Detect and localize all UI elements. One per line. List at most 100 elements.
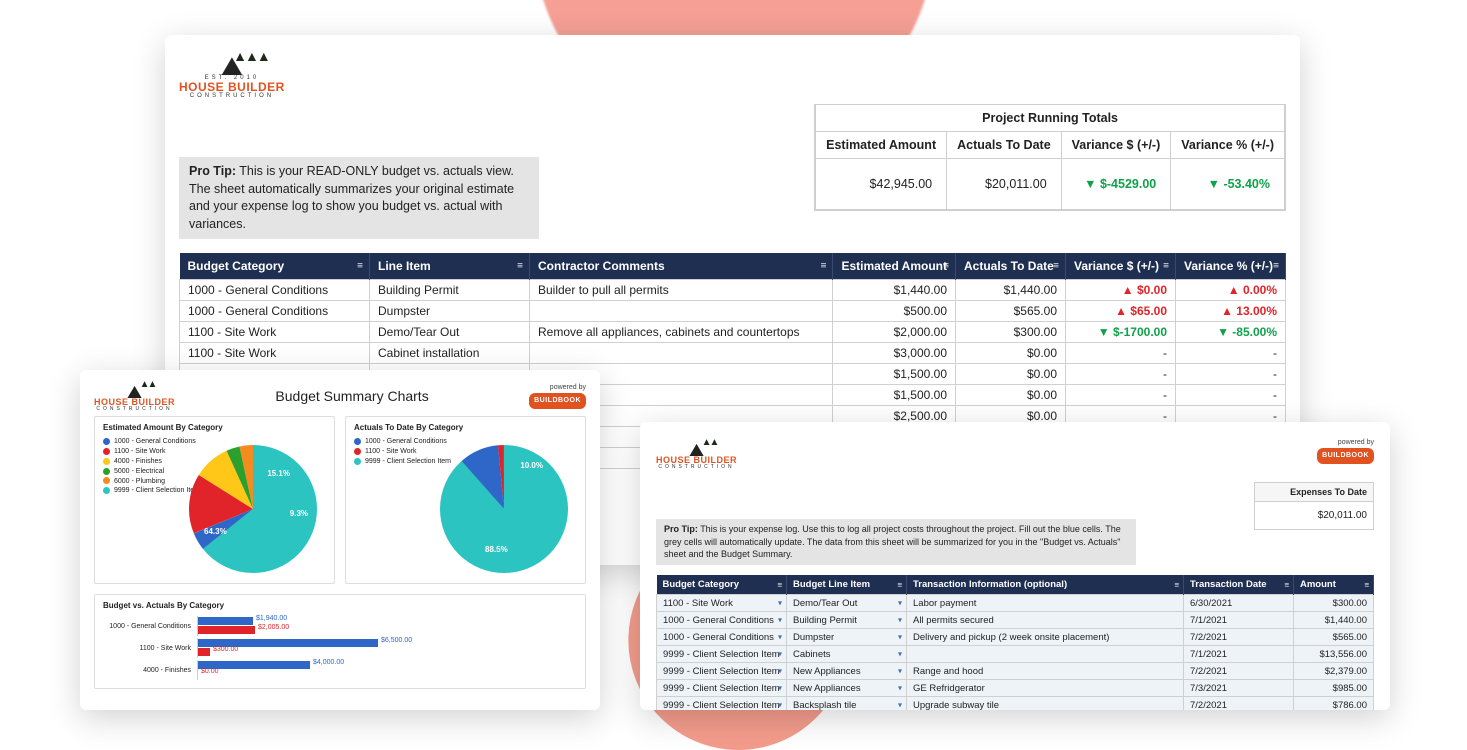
cell[interactable]: $13,556.00 [1294, 646, 1374, 663]
col-variance-[interactable]: Variance % (+/-)≡ [1176, 253, 1286, 280]
cell[interactable]: $0.00 [956, 385, 1066, 406]
filter-icon[interactable]: ≡ [1053, 261, 1059, 272]
cell[interactable] [530, 301, 833, 322]
cell[interactable]: Upgrade subway tile [907, 697, 1184, 710]
cell[interactable]: $3,000.00 [833, 343, 956, 364]
cell[interactable]: $985.00 [1294, 680, 1374, 697]
cell[interactable]: 1100 - Site Work▾ [657, 595, 787, 612]
col-contractor-comments[interactable]: Contractor Comments≡ [530, 253, 833, 280]
cell[interactable]: $0.00 [1066, 280, 1176, 301]
dropdown-icon[interactable]: ▾ [778, 616, 782, 625]
cell[interactable]: $0.00 [956, 343, 1066, 364]
cell[interactable]: 13.00% [1176, 301, 1286, 322]
cell[interactable] [530, 343, 833, 364]
cell[interactable]: 1000 - General Conditions▾ [657, 612, 787, 629]
dropdown-icon[interactable]: ▾ [778, 667, 782, 676]
exp-col-transaction-date[interactable]: Transaction Date≡ [1184, 575, 1294, 595]
cell[interactable]: Cabinets▾ [787, 646, 907, 663]
cell[interactable]: 9999 - Client Selection Item▾ [657, 663, 787, 680]
cell[interactable]: $0.00 [956, 364, 1066, 385]
cell[interactable]: 7/1/2021 [1184, 612, 1294, 629]
dropdown-icon[interactable]: ▾ [898, 599, 902, 608]
cell[interactable]: $300.00 [956, 322, 1066, 343]
cell[interactable]: All permits secured [907, 612, 1184, 629]
cell[interactable]: 1000 - General Conditions [180, 280, 370, 301]
dropdown-icon[interactable]: ▾ [778, 684, 782, 693]
filter-icon[interactable]: ≡ [1364, 580, 1369, 589]
cell[interactable]: 1100 - Site Work [180, 343, 370, 364]
cell[interactable]: Remove all appliances, cabinets and coun… [530, 322, 833, 343]
cell[interactable]: 1000 - General Conditions [180, 301, 370, 322]
dropdown-icon[interactable]: ▾ [898, 701, 902, 710]
cell[interactable]: New Appliances▾ [787, 680, 907, 697]
cell[interactable]: $565.00 [956, 301, 1066, 322]
cell[interactable]: $65.00 [1066, 301, 1176, 322]
cell[interactable]: 9999 - Client Selection Item▾ [657, 646, 787, 663]
dropdown-icon[interactable]: ▾ [898, 650, 902, 659]
exp-col-budget-category[interactable]: Budget Category≡ [657, 575, 787, 595]
cell[interactable]: Labor payment [907, 595, 1184, 612]
cell[interactable]: Building Permit▾ [787, 612, 907, 629]
cell[interactable]: - [1066, 364, 1176, 385]
filter-icon[interactable]: ≡ [943, 261, 949, 272]
cell[interactable]: Backsplash tile▾ [787, 697, 907, 710]
cell[interactable]: Delivery and pickup (2 week onsite place… [907, 629, 1184, 646]
dropdown-icon[interactable]: ▾ [898, 667, 902, 676]
cell[interactable]: $1,440.00 [1294, 612, 1374, 629]
col-actuals-to-date[interactable]: Actuals To Date≡ [956, 253, 1066, 280]
cell[interactable] [907, 646, 1184, 663]
filter-icon[interactable]: ≡ [357, 261, 363, 272]
cell[interactable]: - [1066, 385, 1176, 406]
cell[interactable]: Builder to pull all permits [530, 280, 833, 301]
dropdown-icon[interactable]: ▾ [898, 633, 902, 642]
cell[interactable]: $1,440.00 [833, 280, 956, 301]
cell[interactable]: 6/30/2021 [1184, 595, 1294, 612]
dropdown-icon[interactable]: ▾ [778, 701, 782, 710]
cell[interactable]: $1,500.00 [833, 364, 956, 385]
filter-icon[interactable]: ≡ [821, 261, 827, 272]
cell[interactable]: 7/1/2021 [1184, 646, 1294, 663]
filter-icon[interactable]: ≡ [897, 580, 902, 589]
col-variance-[interactable]: Variance $ (+/-)≡ [1066, 253, 1176, 280]
col-estimated-amount[interactable]: Estimated Amount≡ [833, 253, 956, 280]
cell[interactable]: 1000 - General Conditions▾ [657, 629, 787, 646]
exp-col-budget-line-item[interactable]: Budget Line Item≡ [787, 575, 907, 595]
cell[interactable]: $300.00 [1294, 595, 1374, 612]
cell[interactable]: Building Permit [370, 280, 530, 301]
cell[interactable]: - [1176, 385, 1286, 406]
cell[interactable]: $500.00 [833, 301, 956, 322]
col-line-item[interactable]: Line Item≡ [370, 253, 530, 280]
filter-icon[interactable]: ≡ [777, 580, 782, 589]
cell[interactable]: Demo/Tear Out [370, 322, 530, 343]
cell[interactable]: 9999 - Client Selection Item▾ [657, 697, 787, 710]
cell[interactable]: 7/2/2021 [1184, 697, 1294, 710]
cell[interactable]: - [1176, 364, 1286, 385]
cell[interactable]: 9999 - Client Selection Item▾ [657, 680, 787, 697]
cell[interactable]: 1100 - Site Work [180, 322, 370, 343]
cell[interactable]: $786.00 [1294, 697, 1374, 710]
cell[interactable]: $1,500.00 [833, 385, 956, 406]
cell[interactable]: Dumpster▾ [787, 629, 907, 646]
cell[interactable]: $2,000.00 [833, 322, 956, 343]
filter-icon[interactable]: ≡ [1163, 261, 1169, 272]
cell[interactable]: -85.00% [1176, 322, 1286, 343]
filter-icon[interactable]: ≡ [1273, 261, 1279, 272]
exp-col-amount[interactable]: Amount≡ [1294, 575, 1374, 595]
cell[interactable]: Dumpster [370, 301, 530, 322]
cell[interactable]: 7/2/2021 [1184, 629, 1294, 646]
cell[interactable]: Demo/Tear Out▾ [787, 595, 907, 612]
cell[interactable]: $-1700.00 [1066, 322, 1176, 343]
filter-icon[interactable]: ≡ [1284, 580, 1289, 589]
cell[interactable]: Range and hood [907, 663, 1184, 680]
cell[interactable]: Cabinet installation [370, 343, 530, 364]
cell[interactable]: $2,379.00 [1294, 663, 1374, 680]
exp-col-transaction-information-optional-[interactable]: Transaction Information (optional)≡ [907, 575, 1184, 595]
dropdown-icon[interactable]: ▾ [898, 616, 902, 625]
col-budget-category[interactable]: Budget Category≡ [180, 253, 370, 280]
cell[interactable]: - [1176, 343, 1286, 364]
dropdown-icon[interactable]: ▾ [778, 599, 782, 608]
filter-icon[interactable]: ≡ [517, 261, 523, 272]
cell[interactable]: $1,440.00 [956, 280, 1066, 301]
cell[interactable]: $565.00 [1294, 629, 1374, 646]
dropdown-icon[interactable]: ▾ [778, 633, 782, 642]
